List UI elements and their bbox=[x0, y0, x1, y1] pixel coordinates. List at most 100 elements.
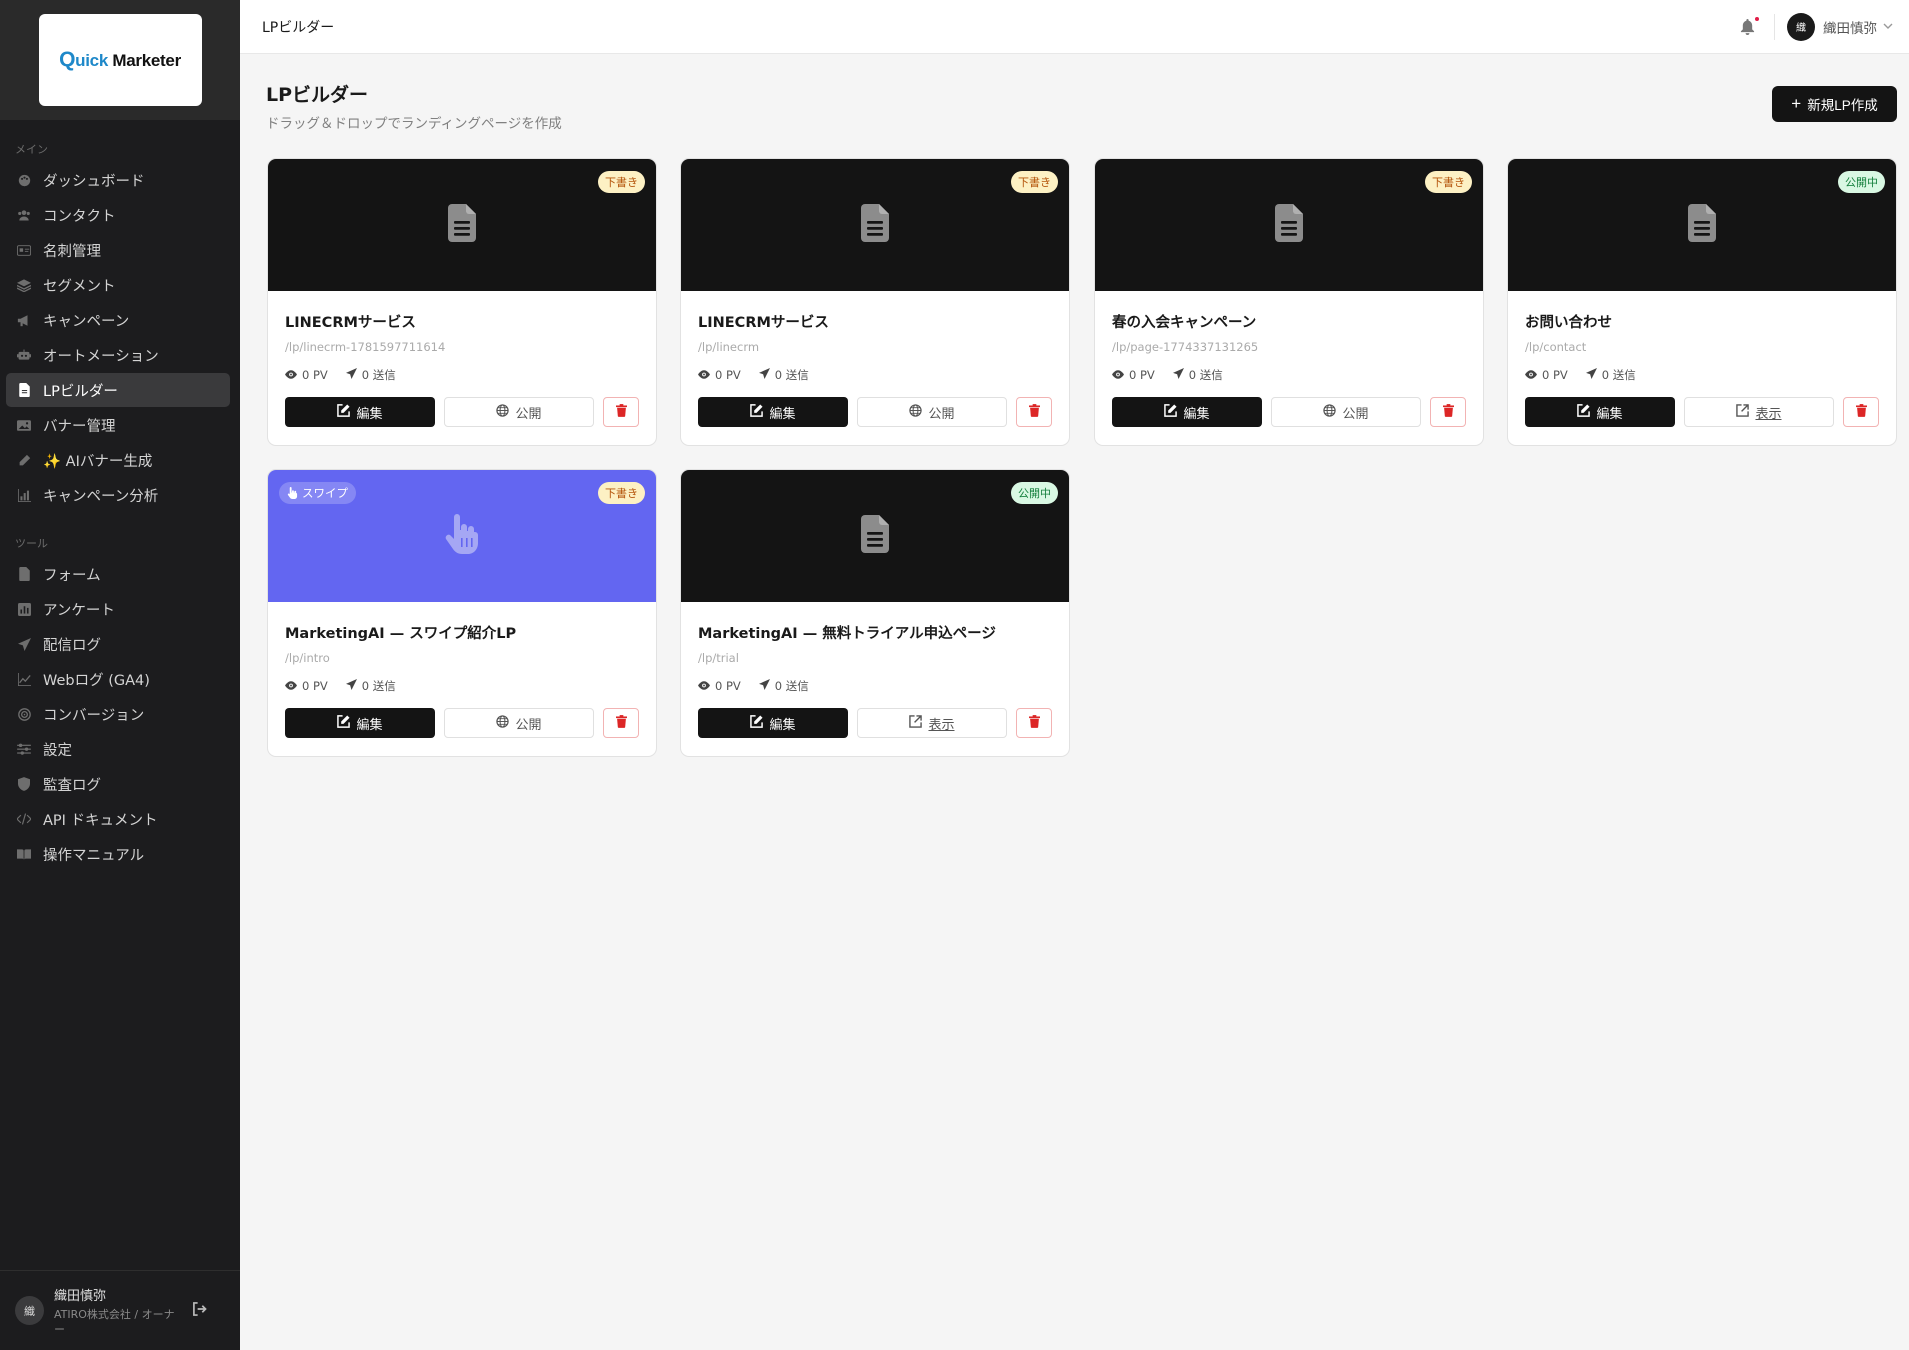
view-button[interactable]: 表示 bbox=[1684, 397, 1834, 427]
id-card-icon bbox=[17, 243, 31, 257]
user-avatar[interactable]: 織 bbox=[1787, 12, 1815, 41]
sidebar-item-campaigns[interactable]: キャンペーン bbox=[6, 303, 230, 337]
sidebar-item-dashboard[interactable]: ダッシュボード bbox=[6, 163, 230, 197]
sidebar-item-campaign-analytics[interactable]: キャンペーン分析 bbox=[6, 478, 230, 512]
lp-card-stats: 0 PV 0 送信 bbox=[285, 367, 639, 383]
lp-card-body: 春の入会キャンペーン/lp/page-1774337131265 0 PV 0 送信… bbox=[1095, 311, 1483, 427]
pv-count: 0 PV bbox=[715, 679, 741, 693]
sidebar-item-conversions[interactable]: コンバージョン bbox=[6, 697, 230, 731]
trash-icon bbox=[1028, 404, 1040, 420]
publish-button[interactable]: 公開 bbox=[444, 708, 594, 738]
delete-button[interactable] bbox=[603, 708, 639, 738]
topbar-divider bbox=[1774, 13, 1775, 40]
edit-button[interactable]: 編集 bbox=[698, 708, 848, 738]
topbar-title: LPビルダー bbox=[262, 19, 335, 36]
publish-button[interactable]: 公開 bbox=[444, 397, 594, 427]
sidebar-item-lp-builder[interactable]: LPビルダー bbox=[6, 373, 230, 407]
edit-button[interactable]: 編集 bbox=[1525, 397, 1675, 427]
sidebar-item-delivery-log[interactable]: 配信ログ bbox=[6, 627, 230, 661]
delete-button[interactable] bbox=[1843, 397, 1879, 427]
edit-button[interactable]: 編集 bbox=[285, 708, 435, 738]
new-lp-button[interactable]: + 新規LP作成 bbox=[1772, 86, 1897, 122]
lp-thumbnail[interactable]: 下書き bbox=[268, 159, 656, 291]
sidebar-item-label: コンタクト bbox=[43, 208, 116, 225]
edit-button[interactable]: 編集 bbox=[698, 397, 848, 427]
sidebar-item-contacts[interactable]: コンタクト bbox=[6, 198, 230, 232]
sidebar-item-web-log[interactable]: Webログ (GA4) bbox=[6, 662, 230, 696]
chevron-down-icon[interactable] bbox=[1883, 20, 1893, 33]
sidebar: Quick Marketer メイン ダッシュボード コンタクト 名刺管理 セグ… bbox=[0, 0, 240, 1350]
avatar[interactable]: 織 bbox=[15, 1296, 44, 1325]
edit-button[interactable]: 編集 bbox=[1112, 397, 1262, 427]
lp-card[interactable]: 公開中 MarketingAI — 無料トライアル申込ページ/lp/trial 0 … bbox=[680, 469, 1070, 757]
globe-icon bbox=[496, 404, 510, 420]
lp-thumbnail[interactable]: スワイプ 下書き bbox=[268, 470, 656, 602]
sidebar-item-forms[interactable]: フォーム bbox=[6, 557, 230, 591]
lp-card-body: MarketingAI — 無料トライアル申込ページ/lp/trial 0 PV 0… bbox=[681, 622, 1069, 738]
sliders-icon bbox=[17, 742, 31, 756]
send-icon bbox=[345, 368, 357, 382]
publish-button[interactable]: 公開 bbox=[1271, 397, 1421, 427]
lp-thumbnail[interactable]: 公開中 bbox=[1508, 159, 1896, 291]
sidebar-item-label: ダッシュボード bbox=[43, 173, 145, 190]
logo[interactable]: Quick Marketer bbox=[38, 14, 202, 106]
sidebar-item-automation[interactable]: オートメーション bbox=[6, 338, 230, 372]
delete-button[interactable] bbox=[1430, 397, 1466, 427]
eye-icon bbox=[698, 368, 710, 382]
logout-icon[interactable] bbox=[192, 1301, 207, 1320]
sidebar-item-business-cards[interactable]: 名刺管理 bbox=[6, 233, 230, 267]
send-icon bbox=[758, 679, 770, 693]
send-stat: 0 送信 bbox=[345, 678, 396, 694]
lp-card[interactable]: 公開中お問い合わせ/lp/contact 0 PV 0 送信 編集 表示 bbox=[1507, 158, 1897, 446]
lp-card[interactable]: 下書き LINECRMサービス/lp/linecrm 0 PV 0 送信 編集 公開 bbox=[680, 158, 1070, 446]
sidebar-item-surveys[interactable]: アンケート bbox=[6, 592, 230, 626]
lp-card-stats: 0 PV 0 送信 bbox=[1112, 367, 1466, 383]
edit-icon bbox=[1164, 404, 1178, 420]
bell-icon[interactable] bbox=[1740, 16, 1759, 35]
view-label: 表示 bbox=[928, 716, 955, 732]
lp-card[interactable]: 下書き 春の入会キャンペーン/lp/page-1774337131265 0 PV 0… bbox=[1094, 158, 1484, 446]
sidebar-item-audit-log[interactable]: 監査ログ bbox=[6, 767, 230, 801]
send-stat: 0 送信 bbox=[345, 367, 396, 383]
form-icon bbox=[17, 567, 31, 581]
lp-card-title: MarketingAI — スワイプ紹介LP bbox=[285, 626, 517, 642]
delete-button[interactable] bbox=[1016, 397, 1052, 427]
lp-card-slug: /lp/linecrm bbox=[698, 340, 760, 354]
sidebar-item-label: 名刺管理 bbox=[43, 243, 101, 260]
lp-card-body: お問い合わせ/lp/contact 0 PV 0 送信 編集 表示 bbox=[1508, 311, 1896, 427]
sidebar-item-segments[interactable]: セグメント bbox=[6, 268, 230, 302]
image-icon bbox=[17, 418, 31, 432]
sidebar-item-label: オートメーション bbox=[43, 348, 159, 365]
user-info: 織田慎弥 ATIRO株式会社 / オーナー bbox=[54, 1285, 184, 1337]
delete-button[interactable] bbox=[1016, 708, 1052, 738]
lp-card-slug: /lp/trial bbox=[698, 651, 739, 665]
lp-card-actions: 編集 公開 bbox=[1112, 397, 1466, 427]
lp-thumbnail[interactable]: 公開中 bbox=[681, 470, 1069, 602]
pv-stat: 0 PV bbox=[1112, 367, 1155, 383]
delete-button[interactable] bbox=[603, 397, 639, 427]
publish-button[interactable]: 公開 bbox=[857, 397, 1007, 427]
edit-button[interactable]: 編集 bbox=[285, 397, 435, 427]
bar-chart-icon bbox=[17, 488, 31, 502]
lp-card-slug: /lp/page-1774337131265 bbox=[1112, 340, 1259, 354]
send-count: 0 送信 bbox=[1188, 368, 1223, 382]
edit-icon bbox=[337, 715, 351, 731]
sidebar-item-manual[interactable]: 操作マニュアル bbox=[6, 837, 230, 871]
megaphone-icon bbox=[17, 313, 31, 327]
user-menu-name[interactable]: 織田慎弥 bbox=[1823, 17, 1877, 37]
sidebar-item-banners[interactable]: バナー管理 bbox=[6, 408, 230, 442]
lp-card[interactable]: 下書き LINECRMサービス/lp/linecrm-1781597711614 0… bbox=[267, 158, 657, 446]
view-button[interactable]: 表示 bbox=[857, 708, 1007, 738]
sidebar-item-settings[interactable]: 設定 bbox=[6, 732, 230, 766]
lp-card[interactable]: スワイプ 下書き MarketingAI — スワイプ紹介LP/lp/intro 0 … bbox=[267, 469, 657, 757]
document-icon bbox=[861, 204, 889, 246]
edit-icon bbox=[337, 404, 351, 420]
lp-thumbnail[interactable]: 下書き bbox=[681, 159, 1069, 291]
sidebar-item-api-docs[interactable]: API ドキュメント bbox=[6, 802, 230, 836]
sidebar-item-label: 設定 bbox=[43, 742, 72, 759]
lp-thumbnail[interactable]: 下書き bbox=[1095, 159, 1483, 291]
swipe-tag: スワイプ bbox=[279, 482, 356, 504]
send-icon bbox=[758, 368, 770, 382]
send-count: 0 送信 bbox=[774, 679, 809, 693]
sidebar-item-ai-banner[interactable]: ✨ AIバナー生成 bbox=[6, 443, 230, 477]
